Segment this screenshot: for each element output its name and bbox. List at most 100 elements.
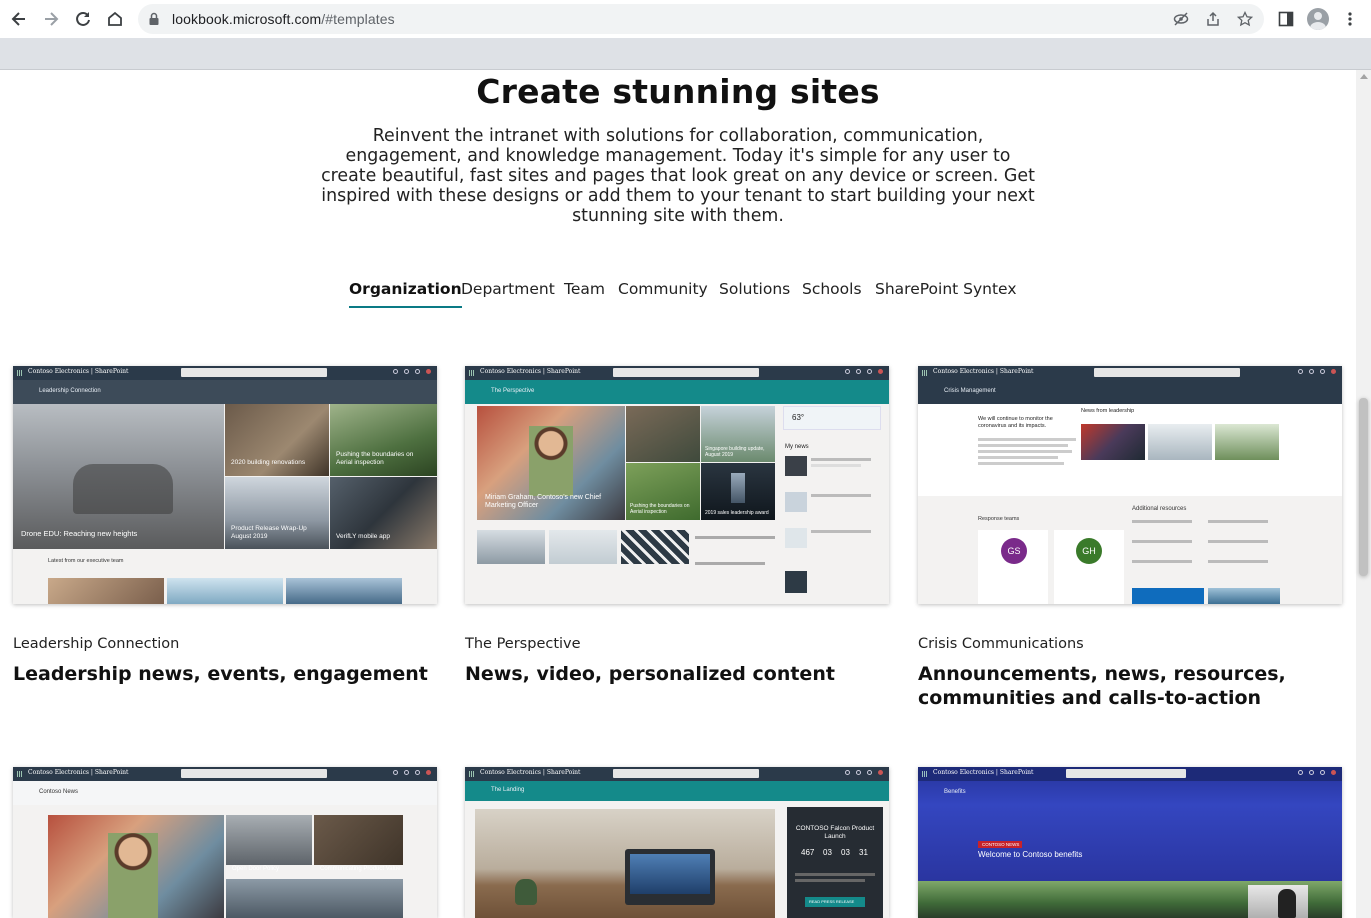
template-preview[interactable]: Contoso Electronics | SharePoint The Per… [465, 366, 889, 604]
url-text[interactable]: lookbook.microsoft.com/#templates [172, 11, 395, 27]
news-tag: CONTOSO NEWS [978, 841, 1022, 848]
sp-actions [845, 770, 883, 775]
scrollbar-thumb[interactable] [1359, 398, 1368, 576]
page-title: Create stunning sites [476, 72, 880, 111]
site-name: Leadership Connection [39, 388, 101, 394]
sp-brand: Contoso Electronics [933, 368, 995, 375]
sp-app: SharePoint [546, 769, 581, 776]
app-launcher-icon [922, 370, 928, 376]
news-caption-2: Pushing the boundaries on Aerial inspect… [336, 451, 414, 466]
home-icon[interactable] [102, 6, 128, 32]
menu-icon[interactable] [1339, 8, 1361, 30]
category-tabs: Organization Department Team Community S… [0, 280, 1356, 312]
reload-icon[interactable] [70, 6, 96, 32]
sp-suite-bar: Contoso Electronics | SharePoint [13, 767, 437, 781]
tab-community[interactable]: Community [618, 280, 708, 298]
news-image-1: 2020 building renovations [225, 404, 329, 476]
news-caption-2: Singapore building update, August 2019 [705, 446, 765, 458]
site-header: The Landing [465, 781, 889, 801]
sp-app: SharePoint [999, 769, 1034, 776]
benefits-banner: CONTOSO NEWS Welcome to Contoso benefits [918, 805, 1342, 881]
template-preview[interactable]: Contoso Electronics | SharePoint Benefit… [918, 767, 1342, 918]
press-release-label: READ PRESS RELEASE [809, 899, 855, 904]
template-preview[interactable]: Contoso Electronics | SharePoint Leaders… [13, 366, 437, 604]
template-preview[interactable]: Contoso Electronics | SharePoint Contoso… [13, 767, 437, 918]
press-release-button[interactable]: READ PRESS RELEASE [805, 897, 865, 907]
card-headline[interactable]: Leadership news, events, engagement [13, 662, 437, 686]
promo-title: CONTOSO Falcon Product Launch [795, 825, 875, 840]
site-header: Leadership Connection [13, 380, 437, 404]
star-icon[interactable] [1236, 10, 1254, 28]
profile-icon[interactable] [1307, 8, 1329, 30]
card-headline[interactable]: Announcements, news, resources, communit… [918, 662, 1342, 710]
hero-caption: Drone EDU: Reaching new heights [21, 529, 138, 538]
sp-app: SharePoint [546, 368, 581, 375]
weather-temp: 63° [792, 413, 805, 422]
news-caption-4: VerifLY mobile app [336, 533, 390, 540]
sidebar-icon[interactable] [1275, 8, 1297, 30]
sp-suite-bar: Contoso Electronics | SharePoint [918, 767, 1342, 781]
news-caption-4: 2019 sales leadership award [705, 510, 769, 516]
eye-off-icon[interactable] [1172, 10, 1190, 28]
app-launcher-icon [922, 771, 928, 777]
tab-organization[interactable]: Organization [349, 280, 462, 308]
lock-icon[interactable] [148, 12, 160, 31]
app-launcher-icon [17, 771, 23, 777]
app-launcher-icon [469, 771, 475, 777]
news-image-2: Singapore building update, August 2019 [701, 406, 775, 462]
sp-suite-bar: Contoso Electronics | SharePoint [13, 366, 437, 380]
site-header: Benefits [918, 781, 1342, 805]
hero-caption: Miriam Graham, Contoso's new Chief Marke… [485, 494, 602, 509]
share-icon[interactable] [1204, 10, 1222, 28]
address-bar[interactable]: lookbook.microsoft.com/#templates [138, 4, 1264, 34]
team-avatar-gh: GH [1076, 538, 1102, 564]
card-subtitle: Crisis Communications [918, 636, 1084, 652]
sp-search [1066, 769, 1186, 778]
scroll-up-icon[interactable] [1360, 74, 1368, 79]
tab-team[interactable]: Team [564, 280, 605, 298]
sp-brand: Contoso Electronics [480, 769, 542, 776]
sp-actions [1298, 770, 1336, 775]
news-image-3: Pushing the boundaries on Aerial inspect… [626, 463, 700, 520]
site-name: Contoso News [39, 789, 79, 795]
sp-actions [393, 770, 431, 775]
site-name: Benefits [944, 789, 966, 795]
sp-brand: Contoso Electronics [480, 368, 542, 375]
template-preview[interactable]: Contoso Electronics | SharePoint Crisis … [918, 366, 1342, 604]
sp-app: SharePoint [94, 368, 129, 375]
tab-solutions[interactable]: Solutions [719, 280, 790, 298]
resources-label: Additional resources [1132, 506, 1187, 512]
news-image-1 [226, 815, 312, 865]
sp-search [613, 368, 759, 377]
news-image-1 [626, 406, 700, 462]
page-scrollbar[interactable] [1356, 70, 1371, 918]
weather-widget: 63° [783, 406, 881, 430]
team-avatar-gs: GS [1001, 538, 1027, 564]
sp-suite-bar: Contoso Electronics | SharePoint [465, 366, 889, 380]
site-header: Contoso News [13, 781, 437, 805]
tab-department[interactable]: Department [461, 280, 555, 298]
sp-search [181, 368, 327, 377]
card-headline[interactable]: News, video, personalized content [465, 662, 889, 686]
back-icon[interactable] [6, 6, 32, 32]
promo-panel: CONTOSO Falcon Product Launch 467 03 03 … [787, 807, 883, 918]
template-preview[interactable]: Contoso Electronics | SharePoint The Lan… [465, 767, 889, 918]
site-header: Crisis Management [918, 380, 1342, 404]
countdown-seconds: 31 [859, 848, 868, 857]
sp-brand: Contoso Electronics [28, 769, 90, 776]
lead-text: We will continue to monitor the coronavi… [978, 416, 1053, 429]
browser-chrome: lookbook.microsoft.com/#templates [0, 0, 1371, 70]
app-launcher-icon [469, 370, 475, 376]
sp-actions [393, 369, 431, 374]
sp-actions [1298, 369, 1336, 374]
tab-sharepoint-syntex[interactable]: SharePoint Syntex [875, 280, 1017, 298]
site-name: Crisis Management [944, 388, 996, 394]
forward-icon[interactable] [38, 6, 64, 32]
url-path: /#templates [321, 11, 395, 27]
tab-schools[interactable]: Schools [802, 280, 862, 298]
news-caption-1: Open Door Policy [232, 866, 280, 872]
hero-image: Miriam Graham, Contoso's new Chief Marke… [477, 406, 625, 520]
news-image-4: 2019 sales leadership award [701, 463, 775, 520]
news-caption-3: Product Release Wrap-Up August 2019 [231, 525, 307, 540]
news-caption-1: 2020 building renovations [231, 459, 306, 466]
